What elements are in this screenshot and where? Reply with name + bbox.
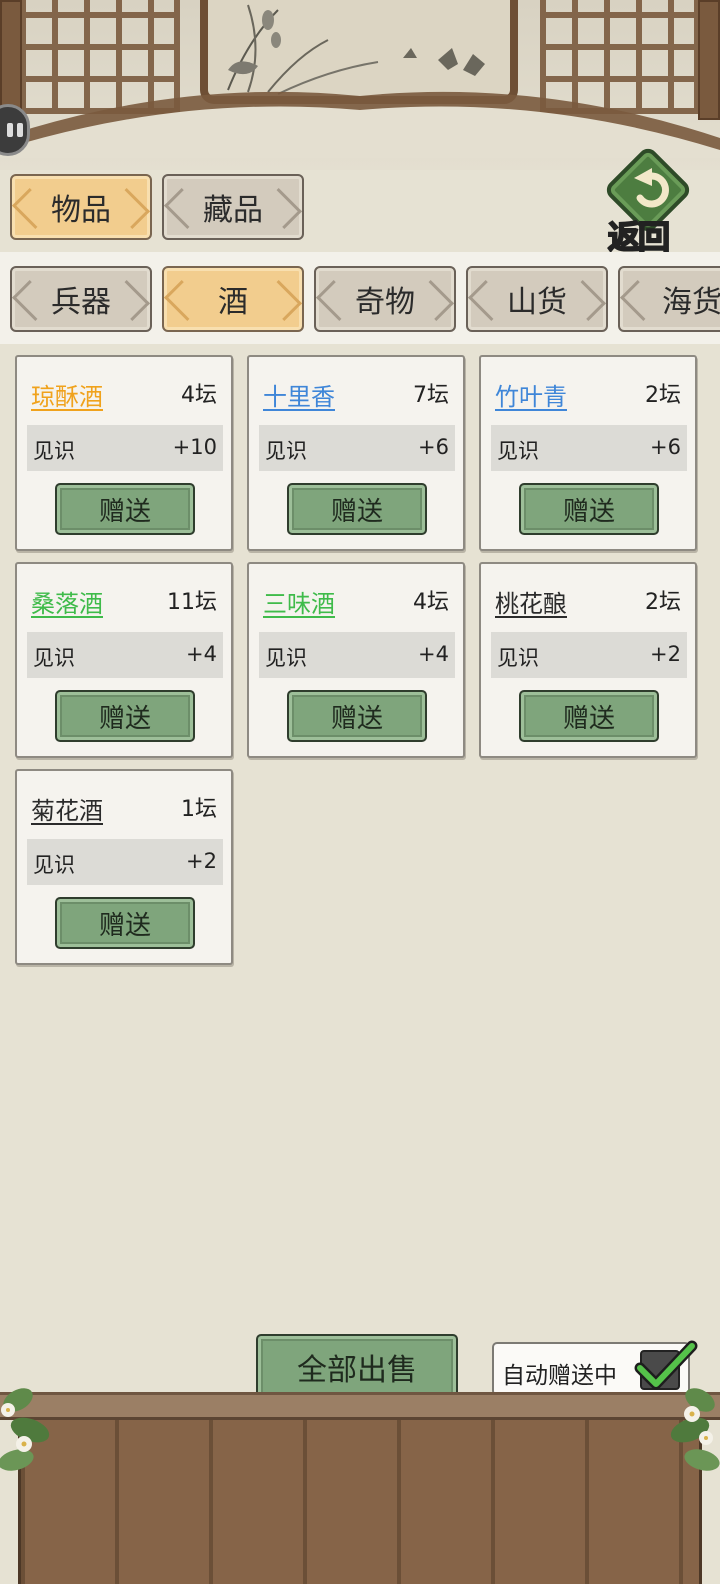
tab-sea-goods[interactable]: 海货 [618, 266, 720, 332]
item-quantity: 11坛 [167, 590, 217, 615]
gift-button[interactable]: 赠送 [287, 483, 427, 535]
item-stat-row: 见识 +4 [259, 632, 455, 678]
gift-button-label: 赠送 [98, 703, 151, 734]
item-card: 琼酥酒 4坛见识 +10 赠送 [15, 355, 233, 551]
item-name[interactable]: 琼酥酒 [31, 377, 103, 412]
tab-curios-label: 奇物 [355, 285, 415, 320]
tab-mountain-goods[interactable]: 山货 [466, 266, 608, 332]
item-name[interactable]: 竹叶青 [495, 377, 567, 412]
item-stat-value: +6 [650, 435, 681, 459]
item-quantity: 2坛 [645, 590, 681, 615]
gift-button[interactable]: 赠送 [287, 690, 427, 742]
item-name[interactable]: 桃花酿 [495, 584, 567, 619]
tab-weapons[interactable]: 兵器 [10, 266, 152, 332]
item-stat-label: 见识 [33, 439, 75, 463]
item-card: 十里香 7坛见识 +6 赠送 [247, 355, 465, 551]
item-stat-value: +10 [172, 435, 217, 459]
item-quantity: 2坛 [645, 383, 681, 408]
gift-button-label: 赠送 [330, 496, 383, 527]
category-tab-bar[interactable]: 兵器 酒 奇物 山货 海货 [0, 252, 720, 344]
item-stat-value: +2 [186, 849, 217, 873]
wood-planks [18, 1420, 702, 1584]
flower-plant-right [670, 1388, 720, 1471]
item-stat-row: 见识 +6 [259, 425, 455, 471]
gift-button-label: 赠送 [562, 703, 615, 734]
item-quantity: 4坛 [181, 383, 217, 408]
gift-button[interactable]: 赠送 [55, 690, 195, 742]
item-card: 三味酒 4坛见识 +4 赠送 [247, 562, 465, 758]
tab-wine[interactable]: 酒 [162, 266, 304, 332]
item-stat-row: 见识 +2 [491, 632, 687, 678]
back-button[interactable]: 返回 [602, 144, 698, 257]
gift-button-label: 赠送 [98, 496, 151, 527]
gift-button-label: 赠送 [562, 496, 615, 527]
item-stat-label: 见识 [265, 646, 307, 670]
item-card: 菊花酒 1坛见识 +2 赠送 [15, 769, 233, 965]
item-stat-label: 见识 [33, 646, 75, 670]
item-stat-label: 见识 [265, 439, 307, 463]
item-stat-value: +4 [418, 642, 449, 666]
item-stat-row: 见识 +6 [491, 425, 687, 471]
item-quantity: 1坛 [181, 797, 217, 822]
tab-wine-label: 酒 [218, 285, 248, 320]
item-stat-row: 见识 +10 [27, 425, 223, 471]
tab-items-label: 物品 [51, 193, 111, 228]
item-stat-label: 见识 [497, 646, 539, 670]
item-stat-value: +6 [418, 435, 449, 459]
sell-all-button[interactable]: 全部出售 [256, 1334, 458, 1400]
item-stat-row: 见识 +2 [27, 839, 223, 885]
item-quantity: 4坛 [413, 590, 449, 615]
gift-button[interactable]: 赠送 [55, 483, 195, 535]
auto-gift-label: 自动赠送中 [502, 1363, 617, 1389]
flower-plant-left [0, 1388, 50, 1471]
wood-ledge [0, 1392, 720, 1420]
wooden-arch [0, 91, 720, 158]
item-stat-label: 见识 [497, 439, 539, 463]
gift-button-label: 赠送 [98, 910, 151, 941]
item-name[interactable]: 三味酒 [263, 584, 335, 619]
tab-items[interactable]: 物品 [10, 174, 152, 240]
sell-all-label: 全部出售 [297, 1353, 417, 1388]
return-arrow-icon [634, 168, 669, 208]
gift-button[interactable]: 赠送 [55, 897, 195, 949]
gift-button-label: 赠送 [330, 703, 383, 734]
item-card: 竹叶青 2坛见识 +6 赠送 [479, 355, 697, 551]
tab-weapons-label: 兵器 [51, 285, 111, 320]
tab-mountain-goods-label: 山货 [507, 285, 567, 320]
tab-curios[interactable]: 奇物 [314, 266, 456, 332]
item-stat-value: +2 [650, 642, 681, 666]
bottom-wood-frame [0, 1392, 720, 1584]
top-window-frame [0, 0, 720, 170]
tab-collection[interactable]: 藏品 [162, 174, 304, 240]
item-stat-label: 见识 [33, 853, 75, 877]
tab-sea-goods-label: 海货 [662, 285, 720, 320]
item-card: 桑落酒 11坛见识 +4 赠送 [15, 562, 233, 758]
item-name[interactable]: 十里香 [263, 377, 335, 412]
item-stat-value: +4 [186, 642, 217, 666]
gift-button[interactable]: 赠送 [519, 690, 659, 742]
item-name[interactable]: 菊花酒 [31, 791, 103, 826]
item-stat-row: 见识 +4 [27, 632, 223, 678]
item-card: 桃花酿 2坛见识 +2 赠送 [479, 562, 697, 758]
item-quantity: 7坛 [413, 383, 449, 408]
tab-collection-label: 藏品 [203, 193, 263, 228]
gift-button[interactable]: 赠送 [519, 483, 659, 535]
item-name[interactable]: 桑落酒 [31, 584, 103, 619]
